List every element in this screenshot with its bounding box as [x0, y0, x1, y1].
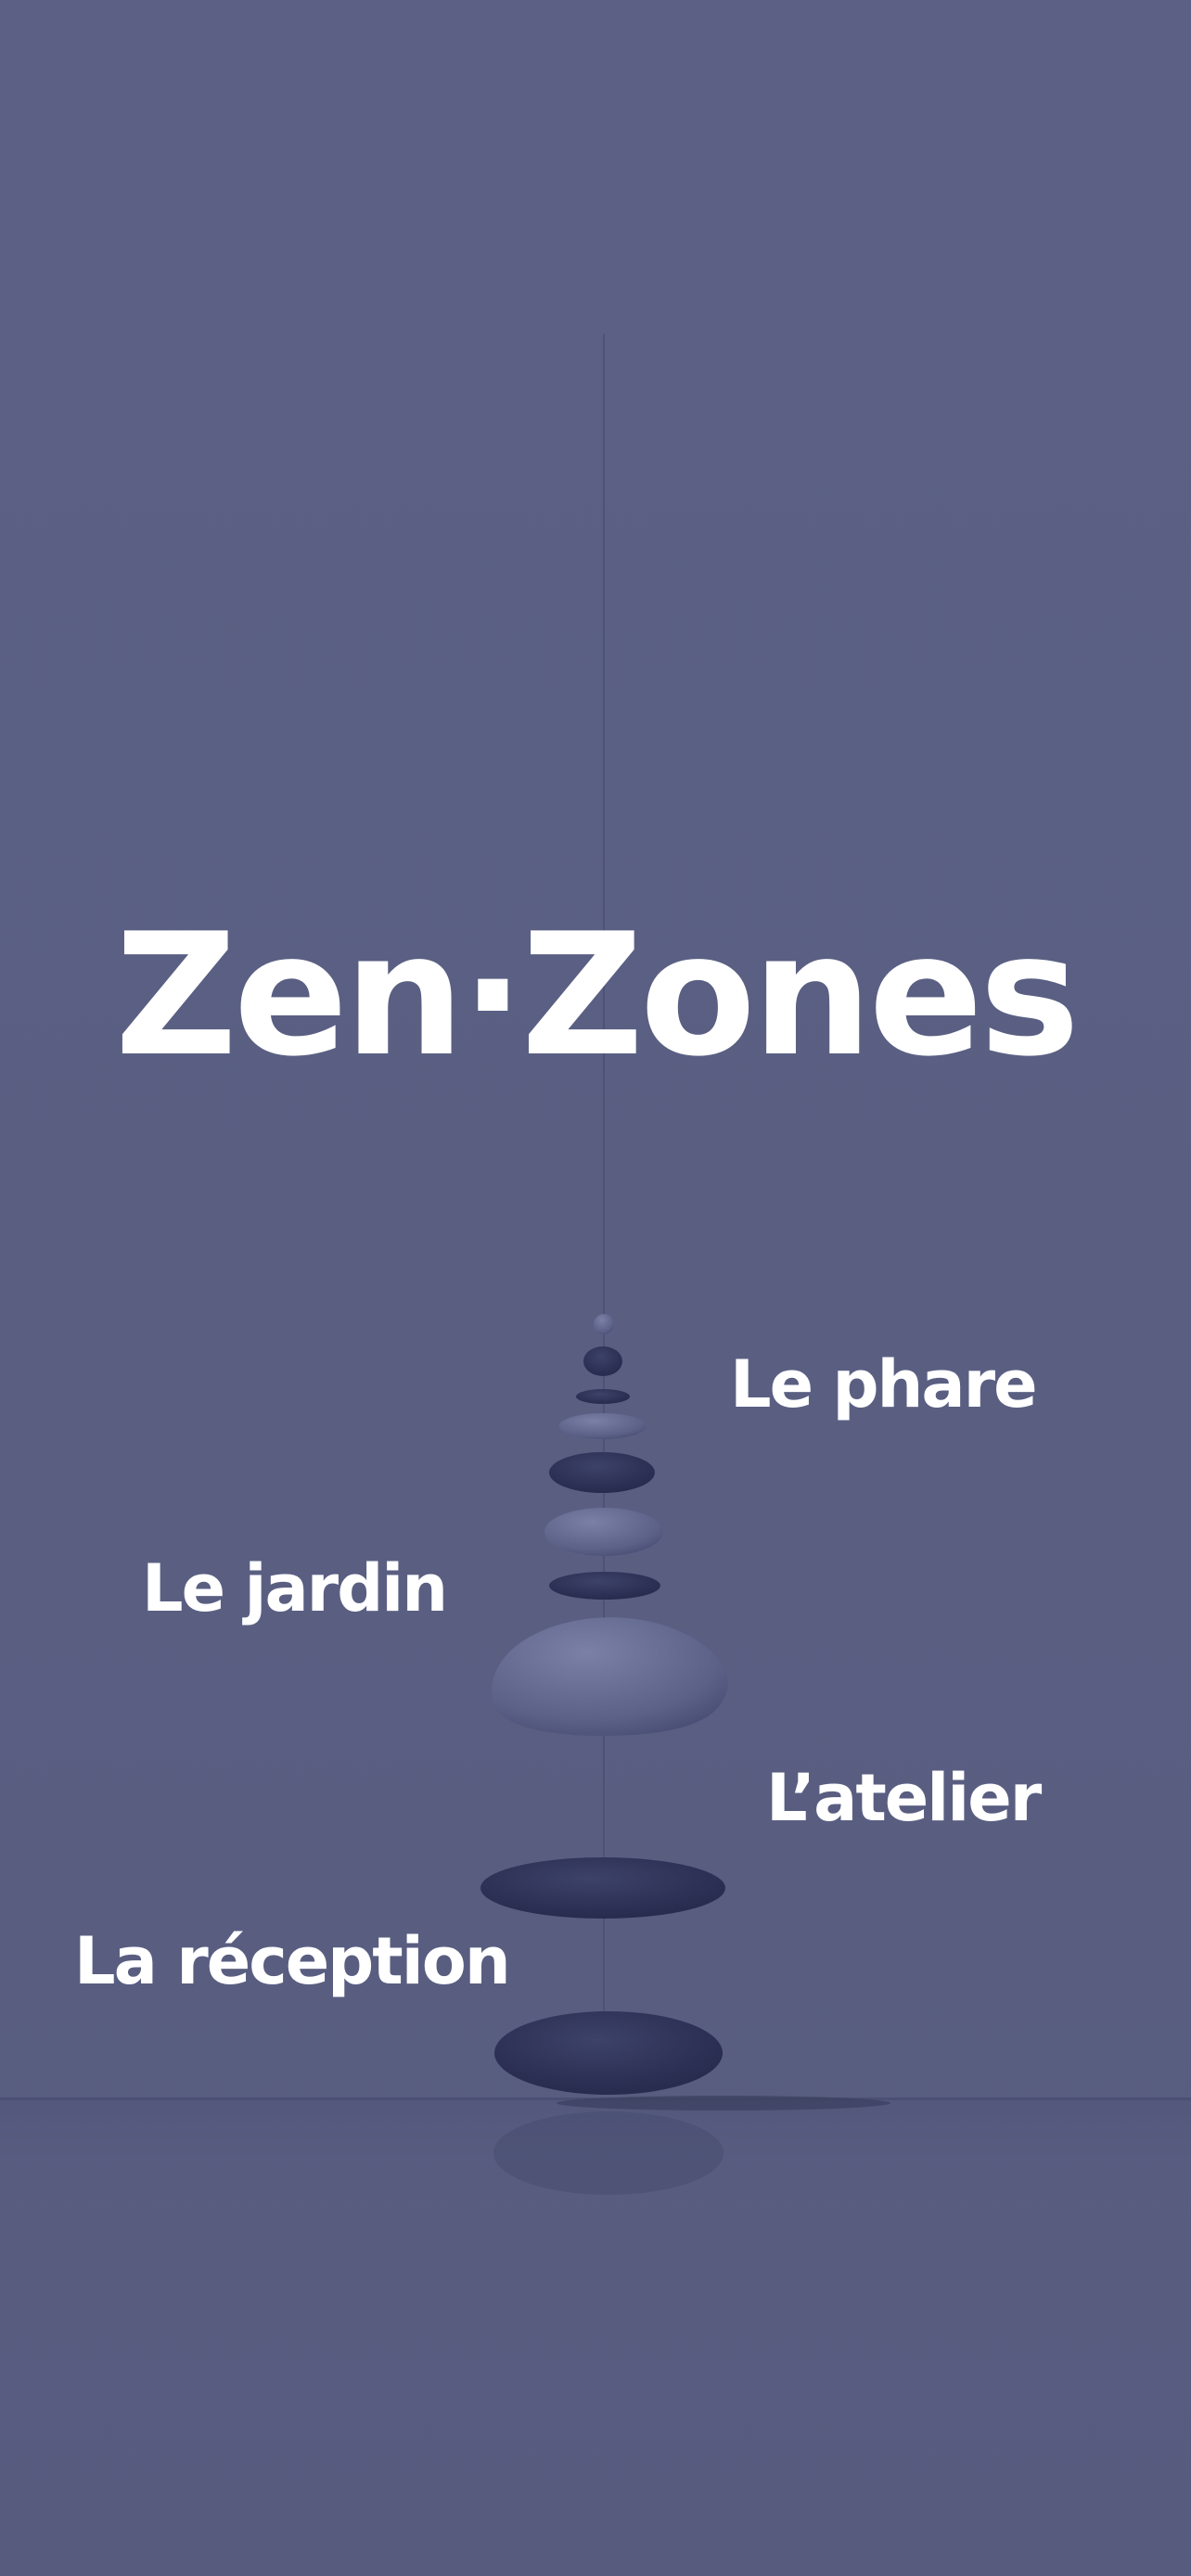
stone-thin-light	[559, 1413, 647, 1439]
app-title: Zen·Zones	[114, 896, 1080, 1093]
stone-thin-dark	[576, 1389, 630, 1404]
stone-base-dark	[494, 2011, 723, 2095]
splash-screen: Zen·Zones Le phare Le jardin L’atelier L…	[0, 0, 1191, 2576]
stone-small-dark	[583, 1346, 622, 1376]
stone-large-light	[492, 1617, 728, 1736]
hanging-stones-illustration	[0, 334, 1191, 2212]
stone-medium-light	[544, 1508, 663, 1556]
zone-link-le-phare[interactable]: Le phare	[730, 1352, 1038, 1417]
zone-link-la-reception[interactable]: La réception	[74, 1929, 511, 1994]
stone-flat-dark	[549, 1572, 660, 1600]
stone-reflection	[493, 2111, 724, 2195]
zone-link-le-jardin[interactable]: Le jardin	[142, 1556, 448, 1621]
stone-medium-dark	[549, 1452, 655, 1493]
stone-shadow	[557, 2096, 890, 2111]
zone-link-latelier[interactable]: L’atelier	[766, 1766, 1042, 1830]
stone-wide-dark	[480, 1857, 725, 1919]
stone-bead	[594, 1314, 614, 1334]
